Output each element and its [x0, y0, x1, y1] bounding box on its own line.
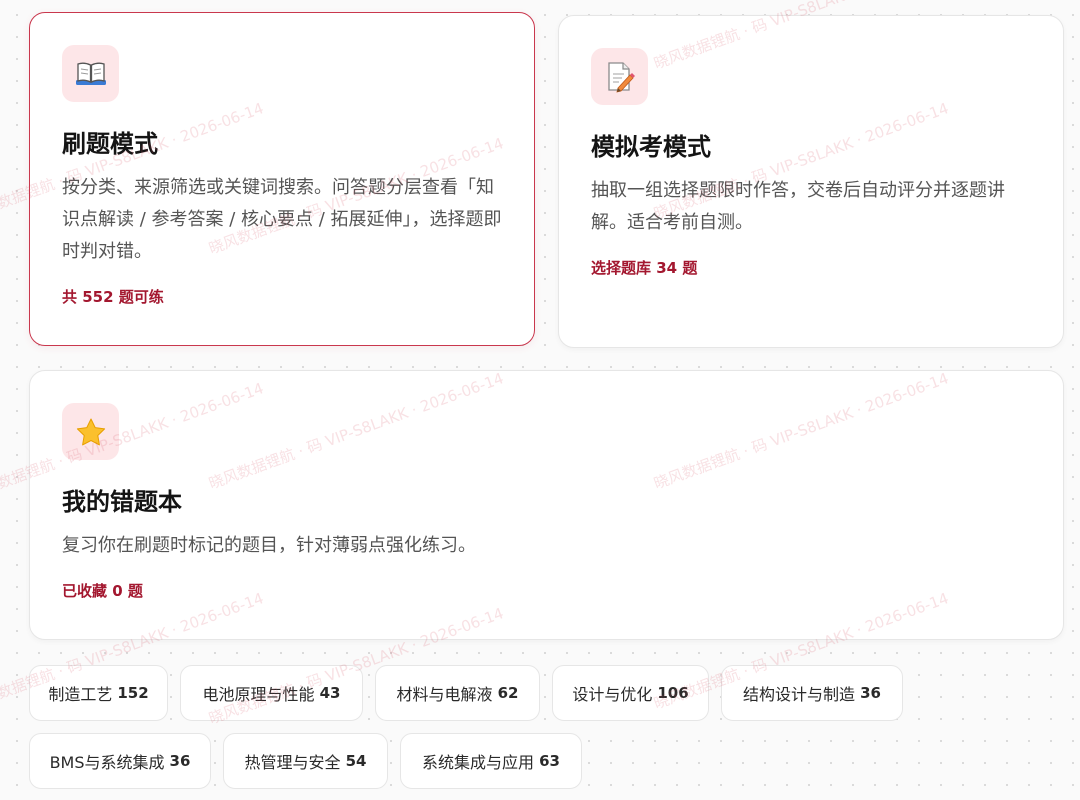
- category-tag-manufacturing[interactable]: 制造工艺 152: [29, 665, 168, 721]
- category-count: 62: [497, 684, 519, 702]
- wrong-title: 我的错题本: [62, 488, 182, 516]
- category-label: 电池原理与性能: [202, 685, 315, 704]
- practice-mode-card[interactable]: 刷题模式 按分类、来源筛选或关键词搜索。问答题分层查看「知识点解读 / 参考答案…: [29, 12, 535, 346]
- category-count: 152: [117, 684, 149, 702]
- category-label: 制造工艺: [48, 685, 113, 704]
- category-tag-structure[interactable]: 结构设计与制造 36: [721, 665, 903, 721]
- category-count: 63: [539, 752, 560, 770]
- category-count: 36: [169, 752, 191, 770]
- practice-count: 共 552 题可练: [62, 288, 164, 306]
- category-tag-materials[interactable]: 材料与电解液 62: [375, 665, 540, 721]
- category-tag-thermal[interactable]: 热管理与安全 54: [223, 733, 388, 789]
- exam-mode-card[interactable]: 模拟考模式 抽取一组选择题限时作答，交卷后自动评分并逐题讲解。适合考前自测。 选…: [558, 15, 1064, 348]
- category-label: 系统集成与应用: [422, 753, 535, 772]
- practice-icon-box: [62, 45, 119, 102]
- practice-description: 按分类、来源筛选或关键词搜索。问答题分层查看「知识点解读 / 参考答案 / 核心…: [62, 177, 502, 262]
- category-count: 106: [657, 684, 689, 702]
- category-tag-integration[interactable]: 系统集成与应用 63: [400, 733, 582, 789]
- category-label: 材料与电解液: [396, 685, 493, 704]
- exam-icon-box: [591, 48, 648, 105]
- category-count: 43: [319, 684, 341, 702]
- category-label: 结构设计与制造: [743, 685, 856, 704]
- exam-count: 选择题库 34 题: [591, 259, 698, 277]
- category-tag-battery-principle[interactable]: 电池原理与性能 43: [180, 665, 363, 721]
- wrong-description: 复习你在刷题时标记的题目，针对薄弱点强化练习。: [62, 535, 476, 556]
- exam-title: 模拟考模式: [591, 133, 711, 161]
- wrong-notebook-card[interactable]: 我的错题本 复习你在刷题时标记的题目，针对薄弱点强化练习。 已收藏 0 题: [29, 370, 1064, 640]
- category-tag-bms[interactable]: BMS与系统集成 36: [29, 733, 211, 789]
- wrong-icon-box: [62, 403, 119, 460]
- category-count: 36: [860, 684, 881, 702]
- category-label: 设计与优化: [572, 685, 653, 704]
- category-label: BMS与系统集成: [49, 753, 165, 772]
- category-tag-design[interactable]: 设计与优化 106: [552, 665, 709, 721]
- star-icon: [76, 418, 105, 445]
- category-label: 热管理与安全: [244, 753, 341, 772]
- wrong-count: 已收藏 0 题: [62, 582, 143, 600]
- open-book-icon: [75, 62, 106, 85]
- exam-description: 抽取一组选择题限时作答，交卷后自动评分并逐题讲解。适合考前自测。: [591, 180, 1005, 233]
- memo-pencil-icon: [607, 61, 635, 93]
- category-count: 54: [345, 752, 367, 770]
- practice-title: 刷题模式: [62, 130, 158, 158]
